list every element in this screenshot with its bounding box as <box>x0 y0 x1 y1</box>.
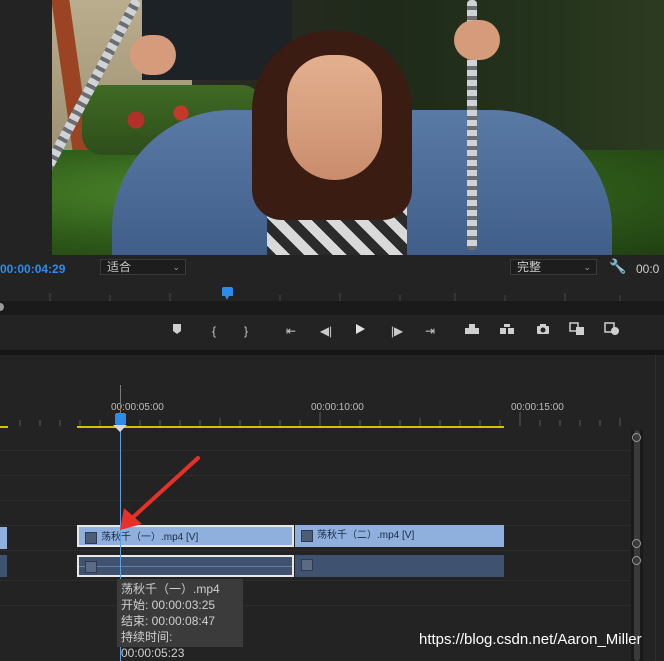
fx-badge-icon <box>301 530 313 542</box>
wrench-icon[interactable]: 🔧 <box>609 258 626 275</box>
marker-icon <box>173 324 181 334</box>
step-back-button[interactable]: ◀| <box>316 322 336 340</box>
lift-icon <box>465 324 479 334</box>
track-divider <box>0 580 630 581</box>
work-area-bar[interactable] <box>77 426 504 428</box>
monitor-scrub-bar[interactable] <box>0 301 664 315</box>
monitor-playhead[interactable] <box>222 287 233 300</box>
camera-icon <box>537 324 549 334</box>
audio-clip-partial[interactable] <box>0 555 7 577</box>
clip-label: 荡秋千（二）.mp4 [V] <box>317 530 415 541</box>
track-divider <box>0 450 630 451</box>
chevron-down-icon: ⌄ <box>583 262 591 272</box>
duration-timecode: 00:0 <box>636 262 660 276</box>
resolution-dropdown-value: 完整 <box>517 260 542 274</box>
track-divider <box>0 605 630 606</box>
track-divider <box>0 550 630 551</box>
compare-icon <box>569 322 584 335</box>
fit-dropdown[interactable]: 适合 ⌄ <box>100 259 186 275</box>
audio-clip-1[interactable] <box>77 555 294 577</box>
go-to-in-button[interactable]: ⇤ <box>281 322 301 340</box>
tooltip-start: 开始: 00:00:03:25 <box>121 598 216 612</box>
settings-icon <box>604 322 619 335</box>
fx-badge-icon <box>85 561 97 573</box>
mark-out-button[interactable]: } <box>236 322 256 340</box>
tooltip-duration: 持续时间: 00:00:05:23 <box>121 630 185 660</box>
add-marker-button[interactable] <box>167 322 187 340</box>
go-to-out-button[interactable]: ⇥ <box>420 322 440 340</box>
tooltip-end: 结束: 00:00:08:47 <box>121 614 216 628</box>
monitor-ruler <box>49 293 621 301</box>
extract-icon <box>500 324 514 334</box>
current-timecode[interactable]: 00:00:04:29 <box>0 262 65 276</box>
work-area-bar[interactable] <box>0 426 8 428</box>
audio-waveform-line <box>79 566 292 567</box>
mark-in-button[interactable]: { <box>204 322 224 340</box>
panel-edge <box>655 355 656 661</box>
export-frame-button[interactable] <box>533 322 553 340</box>
timeline-playhead[interactable] <box>115 413 126 425</box>
tooltip-clip-name: 荡秋千（一）.mp4 <box>121 582 220 596</box>
zoom-handle[interactable] <box>632 433 641 442</box>
video-clip-2[interactable]: 荡秋千（二）.mp4 [V] <box>295 525 504 547</box>
video-clip-partial[interactable] <box>0 527 7 549</box>
compare-view-button[interactable] <box>567 322 587 340</box>
go-to-out-icon: ⇥ <box>424 324 436 338</box>
mark-out-icon: } <box>243 324 248 338</box>
red-arrow-annotation <box>120 456 200 530</box>
play-icon <box>356 324 365 334</box>
resolution-dropdown[interactable]: 完整 ⌄ <box>510 259 597 275</box>
track-divider <box>0 475 630 476</box>
go-to-in-icon: ⇤ <box>285 324 297 338</box>
step-forward-button[interactable]: |▶ <box>387 322 407 340</box>
track-height-handle[interactable] <box>632 556 641 565</box>
fx-badge-icon <box>85 532 97 544</box>
face <box>287 55 382 180</box>
step-back-icon: ◀| <box>319 324 333 338</box>
fit-dropdown-value: 适合 <box>107 260 132 274</box>
fx-badge-icon <box>301 559 313 571</box>
chevron-down-icon: ⌄ <box>172 262 180 272</box>
left-hand <box>130 35 176 75</box>
watermark: https://blog.csdn.net/Aaron_Miller <box>419 631 642 648</box>
extract-button[interactable] <box>497 322 517 340</box>
playhead-marker-icon <box>113 425 127 432</box>
clip-tooltip: 荡秋千（一）.mp4 开始: 00:00:03:25 结束: 00:00:08:… <box>117 579 243 660</box>
track-divider <box>0 500 630 501</box>
timeline-ruler[interactable] <box>0 412 630 426</box>
track-height-handle[interactable] <box>632 539 641 548</box>
audio-clip-2[interactable] <box>295 555 504 577</box>
lift-button[interactable] <box>462 322 482 340</box>
step-forward-icon: |▶ <box>390 324 404 338</box>
right-hand <box>454 20 500 60</box>
mark-in-icon: { <box>211 324 216 338</box>
program-monitor-video <box>52 0 664 255</box>
button-editor-button[interactable] <box>602 322 622 340</box>
play-button[interactable] <box>350 322 370 340</box>
timeline-panel <box>0 355 664 661</box>
